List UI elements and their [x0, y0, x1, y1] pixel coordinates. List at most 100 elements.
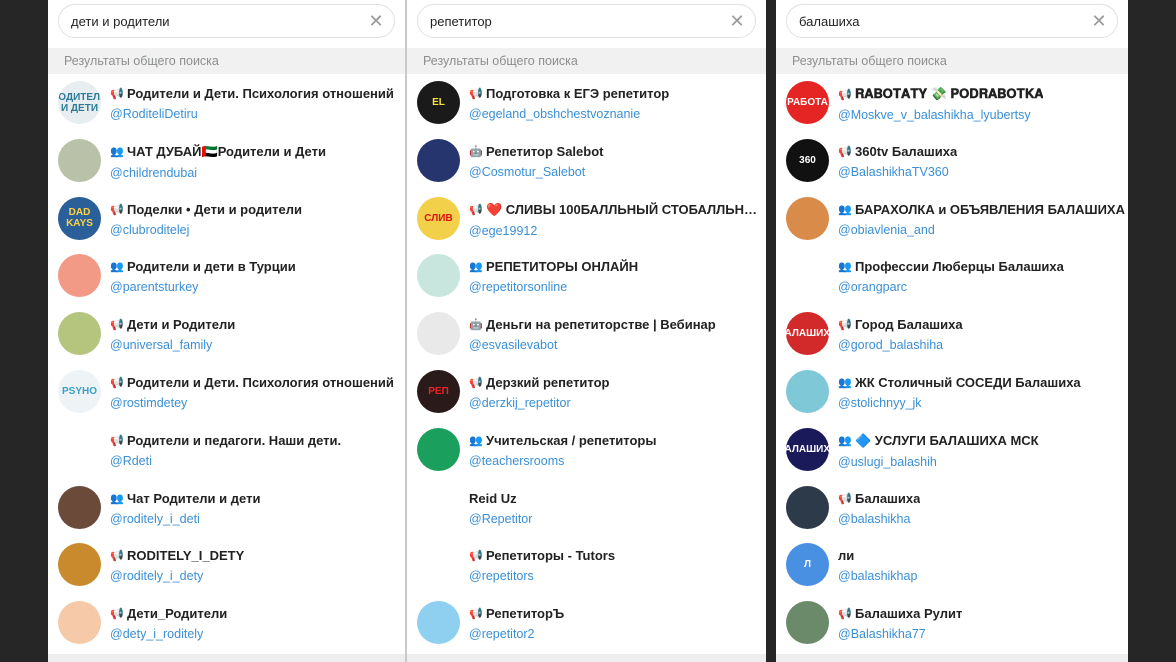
result-handle[interactable]: @universal_family [110, 338, 405, 352]
result-title-row: 🤖 Репетитор Salebot [469, 132, 766, 159]
search-bar: ✕ [776, 0, 1128, 48]
avatar: Л [786, 543, 829, 587]
search-result-item[interactable]: 🤖 Репетитор Salebot @Cosmotur_Salebot [407, 132, 766, 190]
search-panel-balashikha: ✕Результаты общего поискаРАБОТА📢𝐑𝐀𝐁𝐎𝐓𝐀𝐓𝐘… [776, 0, 1128, 662]
result-title-row: 👥 ЧАТ ДУБАЙ🇦🇪Родители и Дети [110, 132, 405, 160]
result-handle[interactable]: @repetitors [469, 569, 766, 583]
clear-search-icon[interactable]: ✕ [368, 12, 384, 30]
result-title: Дерзкий репетитор [486, 374, 610, 390]
result-handle[interactable]: @childrendubai [110, 166, 405, 180]
avatar-label: РЕП [428, 385, 449, 397]
result-handle[interactable]: @rostimdetey [110, 396, 405, 410]
result-title-row: 📢 Дети_Родители [110, 594, 405, 621]
result-handle[interactable]: @Repetitor [469, 512, 766, 526]
result-handle[interactable]: @stolichnyy_jk [838, 396, 1128, 410]
result-handle[interactable]: @parentsturkey [110, 280, 405, 294]
avatar: БАЛАШИХА [786, 312, 829, 356]
result-handle[interactable]: @balashikha [838, 512, 1128, 526]
search-result-item[interactable]: 360 📢 360tv Балашиха @BalashikhaTV360 [776, 132, 1128, 190]
search-result-item[interactable]: Reid Uz @Repetitor [407, 479, 766, 537]
result-title-row: 👥 Учительская / репетиторы [469, 421, 766, 448]
search-result-item[interactable]: PSYHO 📢 Родители и Дети. Психология отноше… [48, 363, 405, 421]
avatar: 360 [786, 138, 829, 182]
search-input[interactable] [418, 5, 715, 37]
search-result-item[interactable]: СЛИВ 📢 ❤️ СЛИВЫ 100БАЛЛЬНЫЙ СТОБАЛЛЬНЫЙ ..… [407, 190, 766, 248]
search-input[interactable] [59, 5, 354, 37]
search-box[interactable]: ✕ [58, 4, 395, 38]
result-title-row: 👥 БАРАХОЛКА и ОБЪЯВЛЕНИЯ БАЛАШИХА [838, 190, 1128, 217]
avatar-label: БАЛАШИХА [786, 328, 829, 340]
clear-search-icon[interactable]: ✕ [1091, 12, 1107, 30]
result-title: Балашиха [855, 490, 921, 506]
result-handle[interactable]: @clubroditelej [110, 223, 405, 237]
megaphone-icon: 📢 [110, 550, 124, 563]
search-result-item[interactable]: 👥 ЧАТ ДУБАЙ🇦🇪Родители и Дети @childrenduba… [48, 132, 405, 190]
result-title: ЧАТ ДУБАЙ🇦🇪Родители и Дети [127, 143, 326, 159]
avatar [58, 312, 101, 356]
result-title-row: 📢 Балашиха [838, 479, 1128, 506]
search-result-item[interactable]: 👥 ЖК Столичный СОСЕДИ Балашиха @stolichnyy… [776, 363, 1128, 421]
result-handle[interactable]: @orangparc [838, 280, 1128, 294]
search-result-item[interactable]: DAD KAYS 📢 Поделки • Дети и родители @clubr… [48, 190, 405, 248]
search-box[interactable]: ✕ [417, 4, 756, 38]
search-box[interactable]: ✕ [786, 4, 1118, 38]
result-title-row: 📢 Подготовка к ЕГЭ репетитор [469, 74, 766, 101]
search-result-item[interactable]: БАЛАШИХА 👥🔷 УСЛУГИ БАЛАШИХА МСК @uslugi_ba… [776, 421, 1128, 479]
avatar: БАЛАШИХА [786, 427, 829, 471]
search-result-item[interactable]: 📢 Репетиторы - Tutors @repetitors [407, 536, 766, 594]
search-result-item[interactable]: 👥 БАРАХОЛКА и ОБЪЯВЛЕНИЯ БАЛАШИХА @obiavle… [776, 190, 1128, 248]
search-result-item[interactable]: 👥 Учительская / репетиторы @teachersrooms [407, 421, 766, 479]
result-title-row: 📢 РепетиторЪ [469, 594, 766, 621]
avatar [417, 543, 460, 587]
result-handle[interactable]: @derzkij_repetitor [469, 396, 766, 410]
search-result-item[interactable]: 📢 RODITELY_I_DETY @roditely_i_dety [48, 536, 405, 594]
result-handle[interactable]: @RoditeliDetiru [110, 107, 405, 121]
avatar-label: РАБОТА [787, 97, 828, 108]
result-title-row: 📢 Поделки • Дети и родители [110, 190, 405, 217]
avatar-label: 360 [799, 154, 816, 166]
search-bar: ✕ [48, 0, 405, 48]
search-result-item[interactable]: 👥 Родители и дети в Турции @parentsturkey [48, 247, 405, 305]
result-handle[interactable]: @balashikhap [838, 569, 1128, 583]
search-result-item[interactable]: 👥 РЕПЕТИТОРЫ ОНЛАЙН @repetitorsonline [407, 247, 766, 305]
search-result-item[interactable]: 📢 Балашиха Рулит @Balashikha77 [776, 594, 1128, 652]
search-result-item[interactable]: РЕП 📢 Дерзкий репетитор @derzkij_repetitor [407, 363, 766, 421]
search-result-item[interactable]: БАЛАШИХА 📢Город Балашиха @gorod_balashiha [776, 305, 1128, 363]
search-input[interactable] [787, 5, 1077, 37]
search-result-item[interactable]: 📢 Дети и Родители @universal_family [48, 305, 405, 363]
result-handle[interactable]: @gorod_balashiha [838, 338, 1128, 352]
search-result-item[interactable]: 📢 Дети_Родители @dety_i_roditely [48, 594, 405, 652]
search-result-item[interactable]: 📢 Родители и педагоги. Наши дети. @Rdeti [48, 421, 405, 479]
result-handle[interactable]: @roditely_i_dety [110, 569, 405, 583]
result-handle[interactable]: @dety_i_roditely [110, 627, 405, 641]
result-handle[interactable]: @roditely_i_deti [110, 512, 405, 526]
result-handle[interactable]: @egeland_obshchestvoznanie [469, 107, 766, 121]
group-icon: 👥 [838, 203, 852, 216]
search-result-item[interactable]: 📢 Балашиха @balashikha [776, 479, 1128, 537]
result-handle[interactable]: @obiavlenia_and [838, 223, 1128, 237]
result-handle[interactable]: @repetitor2 [469, 627, 766, 641]
result-handle[interactable]: @Balashikha77 [838, 627, 1128, 641]
result-handle[interactable]: @BalashikhaTV360 [838, 165, 1128, 179]
result-handle[interactable]: @repetitorsonline [469, 280, 766, 294]
result-handle[interactable]: @esvasilevabot [469, 338, 766, 352]
clear-search-icon[interactable]: ✕ [729, 12, 745, 30]
search-result-item[interactable]: 👥 Профессии Люберцы Балашиха @orangparc [776, 247, 1128, 305]
search-result-item[interactable]: EL 📢 Подготовка к ЕГЭ репетитор @egeland_ob… [407, 74, 766, 132]
result-handle[interactable]: @ege19912 [469, 224, 766, 238]
search-result-item[interactable]: РАБОТА 📢 𝐑𝐀𝐁𝐎𝐓𝐀𝐓𝐘 💸 𝐏𝐎𝐃𝐑𝐀𝐁𝐎𝐓𝐊𝐀 @Moskve_v_ba… [776, 74, 1128, 132]
avatar-label: БАЛАШИХА [786, 443, 829, 455]
avatar: РЕП [417, 369, 460, 413]
result-handle[interactable]: @teachersrooms [469, 454, 766, 468]
search-result-item[interactable]: 👥 Чат Родители и дети @roditely_i_deti [48, 479, 405, 537]
group-icon: 👥 [838, 435, 852, 448]
result-handle[interactable]: @Cosmotur_Salebot [469, 165, 766, 179]
result-handle[interactable]: @Rdeti [110, 454, 405, 468]
search-result-item[interactable]: 🤖 Деньги на репетиторстве | Вебинар @esvas… [407, 305, 766, 363]
search-result-item[interactable]: РОДИТЕЛИ И ДЕТИ 📢Родители и Дети. Психоло… [48, 74, 405, 132]
search-result-item[interactable]: 📢 РепетиторЪ @repetitor2 [407, 594, 766, 652]
result-handle[interactable]: @uslugi_balashih [838, 455, 1128, 469]
result-title: Балашиха Рулит [855, 606, 963, 622]
search-result-item[interactable]: Лли @balashikhap [776, 536, 1128, 594]
result-handle[interactable]: @Moskve_v_balashikha_lyubertsy [838, 108, 1128, 122]
